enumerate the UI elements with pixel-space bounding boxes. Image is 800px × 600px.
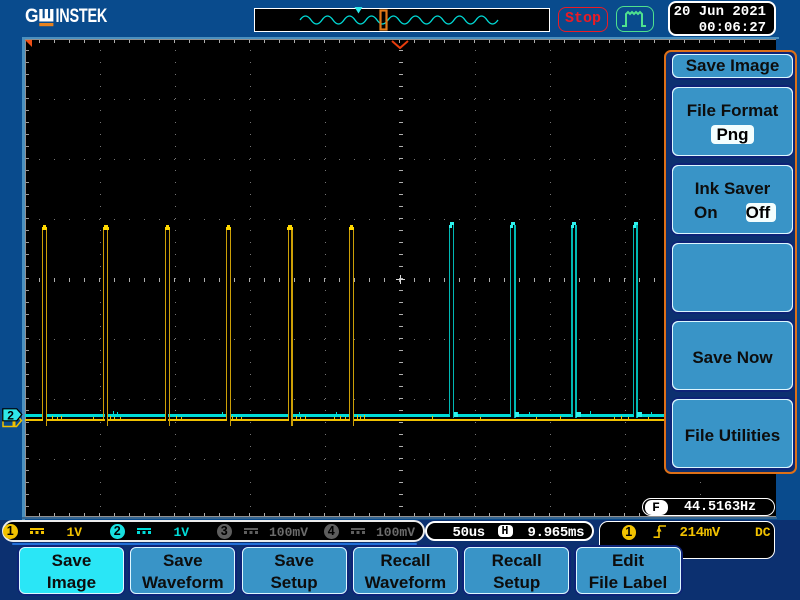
- svg-text:2: 2: [7, 408, 14, 422]
